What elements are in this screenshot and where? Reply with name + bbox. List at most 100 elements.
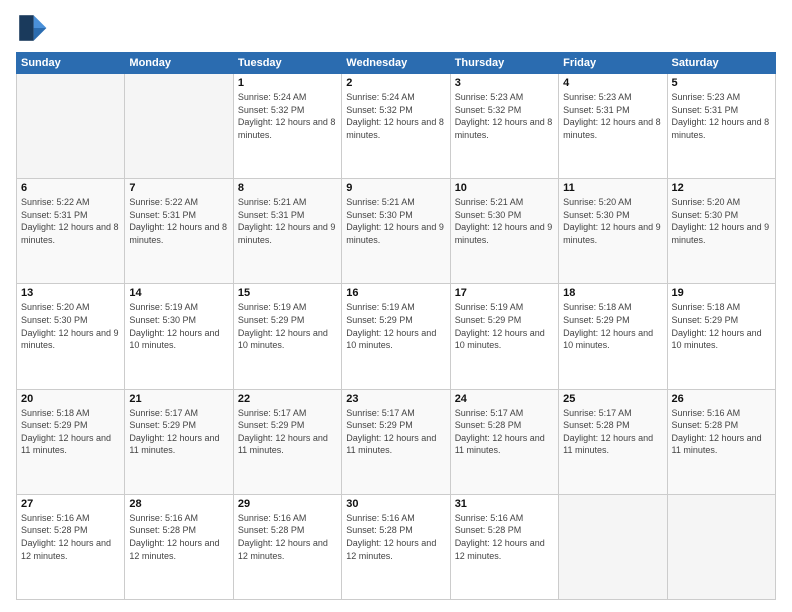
logo: [16, 12, 52, 44]
calendar-cell: 25 Sunrise: 5:17 AMSunset: 5:28 PMDaylig…: [559, 389, 667, 494]
day-info: Sunrise: 5:19 AMSunset: 5:30 PMDaylight:…: [129, 301, 228, 351]
day-info: Sunrise: 5:21 AMSunset: 5:30 PMDaylight:…: [346, 196, 445, 246]
calendar-cell: 10 Sunrise: 5:21 AMSunset: 5:30 PMDaylig…: [450, 179, 558, 284]
calendar-week-4: 20 Sunrise: 5:18 AMSunset: 5:29 PMDaylig…: [17, 389, 776, 494]
day-number: 18: [563, 287, 662, 299]
day-number: 31: [455, 498, 554, 510]
page: SundayMondayTuesdayWednesdayThursdayFrid…: [0, 0, 792, 612]
day-info: Sunrise: 5:17 AMSunset: 5:29 PMDaylight:…: [129, 407, 228, 457]
day-number: 27: [21, 498, 120, 510]
day-number: 13: [21, 287, 120, 299]
calendar-cell: 14 Sunrise: 5:19 AMSunset: 5:30 PMDaylig…: [125, 284, 233, 389]
day-info: Sunrise: 5:17 AMSunset: 5:29 PMDaylight:…: [238, 407, 337, 457]
day-header-friday: Friday: [559, 53, 667, 74]
calendar-cell: 9 Sunrise: 5:21 AMSunset: 5:30 PMDayligh…: [342, 179, 450, 284]
calendar-cell: 18 Sunrise: 5:18 AMSunset: 5:29 PMDaylig…: [559, 284, 667, 389]
day-info: Sunrise: 5:23 AMSunset: 5:31 PMDaylight:…: [672, 91, 771, 141]
day-number: 20: [21, 393, 120, 405]
calendar-cell: 26 Sunrise: 5:16 AMSunset: 5:28 PMDaylig…: [667, 389, 775, 494]
calendar-cell: [17, 74, 125, 179]
calendar-cell: [125, 74, 233, 179]
calendar-cell: 21 Sunrise: 5:17 AMSunset: 5:29 PMDaylig…: [125, 389, 233, 494]
day-header-thursday: Thursday: [450, 53, 558, 74]
day-info: Sunrise: 5:20 AMSunset: 5:30 PMDaylight:…: [672, 196, 771, 246]
calendar-cell: 30 Sunrise: 5:16 AMSunset: 5:28 PMDaylig…: [342, 494, 450, 599]
day-info: Sunrise: 5:24 AMSunset: 5:32 PMDaylight:…: [346, 91, 445, 141]
day-number: 10: [455, 182, 554, 194]
day-info: Sunrise: 5:23 AMSunset: 5:31 PMDaylight:…: [563, 91, 662, 141]
day-number: 7: [129, 182, 228, 194]
calendar-cell: 20 Sunrise: 5:18 AMSunset: 5:29 PMDaylig…: [17, 389, 125, 494]
day-header-monday: Monday: [125, 53, 233, 74]
day-info: Sunrise: 5:23 AMSunset: 5:32 PMDaylight:…: [455, 91, 554, 141]
day-info: Sunrise: 5:20 AMSunset: 5:30 PMDaylight:…: [563, 196, 662, 246]
calendar-cell: 24 Sunrise: 5:17 AMSunset: 5:28 PMDaylig…: [450, 389, 558, 494]
day-number: 29: [238, 498, 337, 510]
day-header-wednesday: Wednesday: [342, 53, 450, 74]
calendar-cell: 1 Sunrise: 5:24 AMSunset: 5:32 PMDayligh…: [233, 74, 341, 179]
day-number: 9: [346, 182, 445, 194]
day-number: 6: [21, 182, 120, 194]
day-info: Sunrise: 5:17 AMSunset: 5:28 PMDaylight:…: [563, 407, 662, 457]
day-number: 30: [346, 498, 445, 510]
day-info: Sunrise: 5:18 AMSunset: 5:29 PMDaylight:…: [672, 301, 771, 351]
day-info: Sunrise: 5:19 AMSunset: 5:29 PMDaylight:…: [346, 301, 445, 351]
day-header-sunday: Sunday: [17, 53, 125, 74]
day-info: Sunrise: 5:21 AMSunset: 5:30 PMDaylight:…: [455, 196, 554, 246]
calendar-cell: 29 Sunrise: 5:16 AMSunset: 5:28 PMDaylig…: [233, 494, 341, 599]
calendar-cell: 27 Sunrise: 5:16 AMSunset: 5:28 PMDaylig…: [17, 494, 125, 599]
day-info: Sunrise: 5:16 AMSunset: 5:28 PMDaylight:…: [21, 512, 120, 562]
day-number: 28: [129, 498, 228, 510]
calendar-cell: 31 Sunrise: 5:16 AMSunset: 5:28 PMDaylig…: [450, 494, 558, 599]
calendar-cell: 5 Sunrise: 5:23 AMSunset: 5:31 PMDayligh…: [667, 74, 775, 179]
day-number: 1: [238, 77, 337, 89]
day-info: Sunrise: 5:16 AMSunset: 5:28 PMDaylight:…: [346, 512, 445, 562]
day-number: 21: [129, 393, 228, 405]
day-info: Sunrise: 5:17 AMSunset: 5:28 PMDaylight:…: [455, 407, 554, 457]
day-number: 4: [563, 77, 662, 89]
day-number: 3: [455, 77, 554, 89]
day-number: 25: [563, 393, 662, 405]
day-number: 11: [563, 182, 662, 194]
calendar-cell: 12 Sunrise: 5:20 AMSunset: 5:30 PMDaylig…: [667, 179, 775, 284]
day-number: 23: [346, 393, 445, 405]
day-info: Sunrise: 5:19 AMSunset: 5:29 PMDaylight:…: [455, 301, 554, 351]
calendar-week-3: 13 Sunrise: 5:20 AMSunset: 5:30 PMDaylig…: [17, 284, 776, 389]
calendar-week-5: 27 Sunrise: 5:16 AMSunset: 5:28 PMDaylig…: [17, 494, 776, 599]
day-info: Sunrise: 5:24 AMSunset: 5:32 PMDaylight:…: [238, 91, 337, 141]
day-info: Sunrise: 5:16 AMSunset: 5:28 PMDaylight:…: [455, 512, 554, 562]
day-number: 15: [238, 287, 337, 299]
day-number: 2: [346, 77, 445, 89]
calendar-cell: [667, 494, 775, 599]
calendar-cell: 6 Sunrise: 5:22 AMSunset: 5:31 PMDayligh…: [17, 179, 125, 284]
header: [16, 12, 776, 44]
day-info: Sunrise: 5:19 AMSunset: 5:29 PMDaylight:…: [238, 301, 337, 351]
calendar-cell: 16 Sunrise: 5:19 AMSunset: 5:29 PMDaylig…: [342, 284, 450, 389]
day-info: Sunrise: 5:20 AMSunset: 5:30 PMDaylight:…: [21, 301, 120, 351]
day-number: 5: [672, 77, 771, 89]
calendar-header-row: SundayMondayTuesdayWednesdayThursdayFrid…: [17, 53, 776, 74]
calendar-cell: 13 Sunrise: 5:20 AMSunset: 5:30 PMDaylig…: [17, 284, 125, 389]
calendar-cell: 23 Sunrise: 5:17 AMSunset: 5:29 PMDaylig…: [342, 389, 450, 494]
calendar-cell: 7 Sunrise: 5:22 AMSunset: 5:31 PMDayligh…: [125, 179, 233, 284]
calendar-cell: 11 Sunrise: 5:20 AMSunset: 5:30 PMDaylig…: [559, 179, 667, 284]
logo-icon: [16, 12, 48, 44]
day-info: Sunrise: 5:21 AMSunset: 5:31 PMDaylight:…: [238, 196, 337, 246]
calendar-week-1: 1 Sunrise: 5:24 AMSunset: 5:32 PMDayligh…: [17, 74, 776, 179]
day-header-tuesday: Tuesday: [233, 53, 341, 74]
day-info: Sunrise: 5:16 AMSunset: 5:28 PMDaylight:…: [672, 407, 771, 457]
calendar-cell: [559, 494, 667, 599]
calendar-cell: 8 Sunrise: 5:21 AMSunset: 5:31 PMDayligh…: [233, 179, 341, 284]
day-info: Sunrise: 5:18 AMSunset: 5:29 PMDaylight:…: [21, 407, 120, 457]
calendar-cell: 28 Sunrise: 5:16 AMSunset: 5:28 PMDaylig…: [125, 494, 233, 599]
calendar-table: SundayMondayTuesdayWednesdayThursdayFrid…: [16, 52, 776, 600]
calendar-cell: 2 Sunrise: 5:24 AMSunset: 5:32 PMDayligh…: [342, 74, 450, 179]
calendar-cell: 19 Sunrise: 5:18 AMSunset: 5:29 PMDaylig…: [667, 284, 775, 389]
day-info: Sunrise: 5:17 AMSunset: 5:29 PMDaylight:…: [346, 407, 445, 457]
calendar-cell: 22 Sunrise: 5:17 AMSunset: 5:29 PMDaylig…: [233, 389, 341, 494]
day-number: 19: [672, 287, 771, 299]
day-number: 8: [238, 182, 337, 194]
day-info: Sunrise: 5:22 AMSunset: 5:31 PMDaylight:…: [21, 196, 120, 246]
day-number: 14: [129, 287, 228, 299]
calendar-cell: 3 Sunrise: 5:23 AMSunset: 5:32 PMDayligh…: [450, 74, 558, 179]
